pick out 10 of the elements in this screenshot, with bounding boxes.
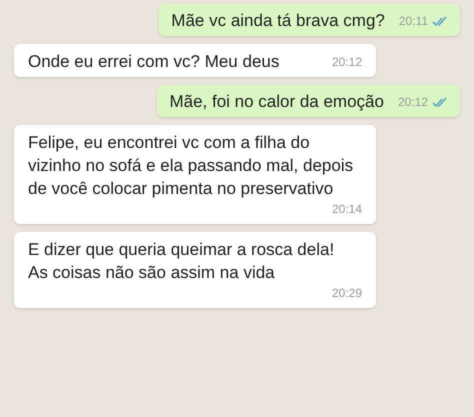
message-time: 20:14 [332, 201, 362, 218]
message-text: Mãe, foi no calor da emoção [169, 91, 384, 113]
message-text: Felipe, eu encontrei vc com a filha do vizinho no sofá e ela passando mal, depois de você colocar pimenta no preservativo [28, 132, 354, 200]
message-text: E dizer que queria queimar a rosca dela! As coisas não são assim na vida [28, 239, 334, 284]
message-text: Onde eu errei com vc? Meu deus [28, 51, 280, 73]
message-text: Mãe vc ainda tá brava cmg? [171, 10, 385, 32]
message-time: 20:12 [332, 54, 362, 71]
message-time: 20:11 [398, 13, 428, 30]
message-time: 20:29 [332, 285, 362, 302]
message-time: 20:12 [398, 94, 428, 111]
